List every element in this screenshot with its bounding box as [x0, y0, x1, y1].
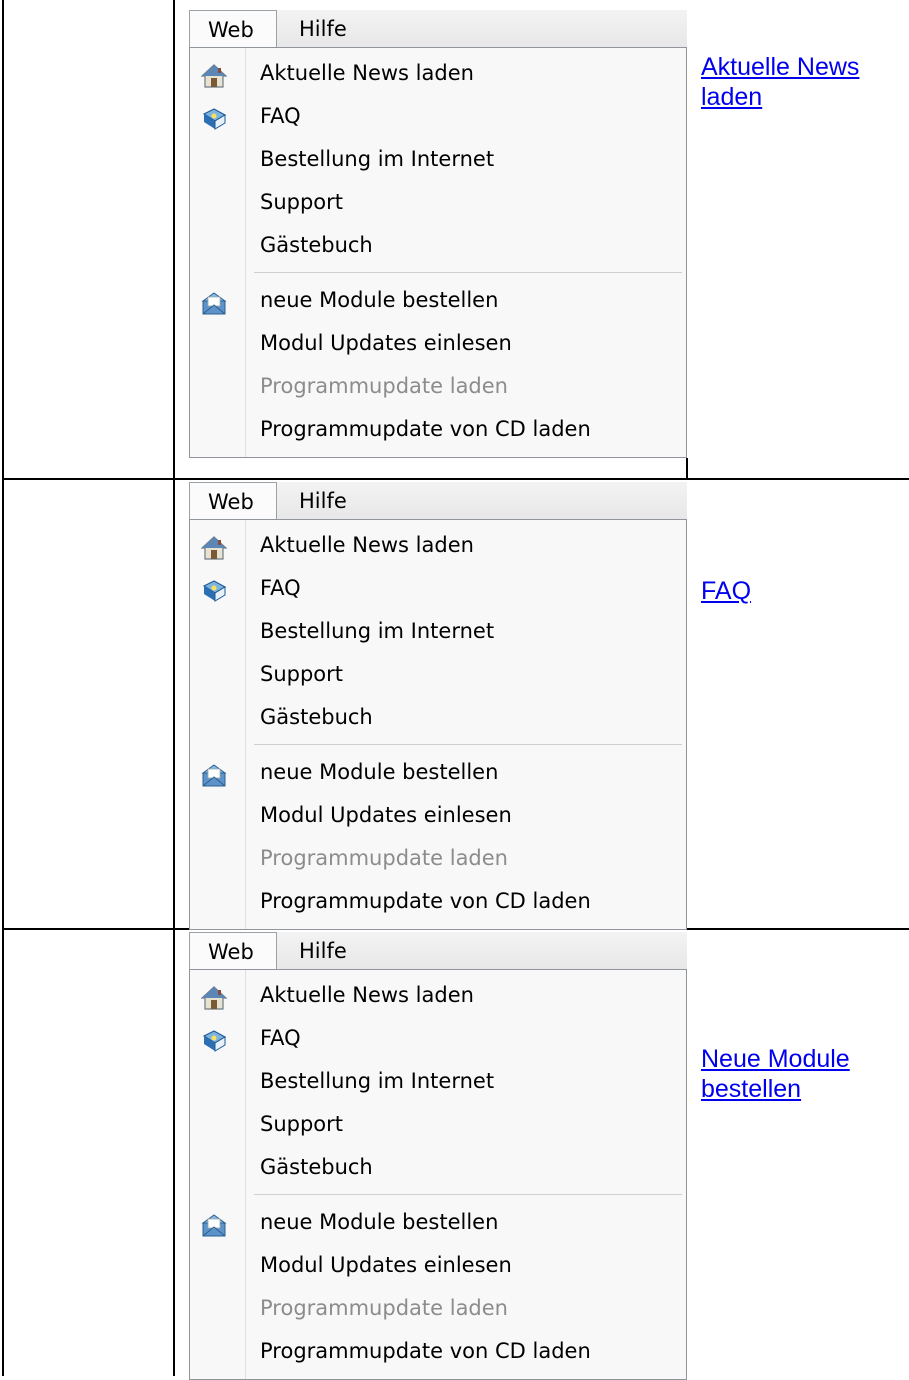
menu-item-label: Modul Updates einlesen: [260, 331, 512, 355]
menu-item-label: FAQ: [260, 576, 301, 600]
menu-screenshot-3: Web Hilfe Aktuelle News laden FAQ Bestellu…: [189, 932, 687, 1380]
menu-item-label: Programmupdate laden: [260, 846, 508, 870]
menu-item-support[interactable]: Support: [190, 1103, 686, 1146]
link-line-1: Aktuelle News: [701, 53, 860, 81]
menu-item-aktuelle-news-laden[interactable]: Aktuelle News laden: [190, 974, 686, 1017]
menu-item-label: neue Module bestellen: [260, 1210, 499, 1234]
menu-item-programmupdate-von-cd-laden[interactable]: Programmupdate von CD laden: [190, 1330, 686, 1373]
menu-item-bestellung-im-internet[interactable]: Bestellung im Internet: [190, 1060, 686, 1103]
menu-item-label: Bestellung im Internet: [260, 147, 495, 171]
menu-item-support[interactable]: Support: [190, 181, 686, 224]
menu-item-bestellung-im-internet[interactable]: Bestellung im Internet: [190, 138, 686, 181]
house-icon: [200, 533, 228, 560]
menu-bar: Web Hilfe: [189, 482, 687, 520]
link-line-2: bestellen: [701, 1075, 802, 1103]
menu-item-label: Support: [260, 1112, 344, 1136]
table-row-2: Web Hilfe Aktuelle News laden FAQ Bestellu…: [0, 472, 909, 930]
web-dropdown-menu: Aktuelle News laden FAQ Bestellung im Inte…: [189, 47, 687, 458]
link-aktuelle-news-laden[interactable]: Aktuelle News laden: [701, 52, 901, 112]
menu-item-gaestebuch[interactable]: Gästebuch: [190, 696, 686, 739]
house-icon: [200, 61, 228, 88]
table-row-3: Web Hilfe Aktuelle News laden FAQ Bestellu…: [0, 922, 909, 1380]
menu-separator: [190, 739, 686, 751]
menu-item-faq[interactable]: FAQ: [190, 1017, 686, 1060]
menu-item-programmupdate-laden: Programmupdate laden: [190, 837, 686, 880]
menu-item-label: Bestellung im Internet: [260, 1069, 495, 1093]
menu-item-label: Gästebuch: [260, 233, 373, 257]
menu-item-programmupdate-laden: Programmupdate laden: [190, 1287, 686, 1330]
menu-item-label: Programmupdate laden: [260, 1296, 508, 1320]
menu-item-modul-updates-einlesen[interactable]: Modul Updates einlesen: [190, 322, 686, 365]
house-icon: [200, 983, 228, 1010]
menu-tab-web[interactable]: Web: [189, 932, 277, 970]
menu-item-gaestebuch[interactable]: Gästebuch: [190, 224, 686, 267]
menu-screenshot-2: Web Hilfe Aktuelle News laden FAQ Bestellu…: [189, 482, 687, 930]
menu-item-label: Aktuelle News laden: [260, 983, 474, 1007]
menu-item-label: Modul Updates einlesen: [260, 1253, 512, 1277]
book-icon: [201, 104, 227, 130]
mail-icon: [201, 288, 227, 315]
menu-item-label: Programmupdate von CD laden: [260, 1339, 591, 1363]
menu-item-modul-updates-einlesen[interactable]: Modul Updates einlesen: [190, 794, 686, 837]
menu-item-faq[interactable]: FAQ: [190, 95, 686, 138]
menu-tab-web[interactable]: Web: [189, 10, 277, 48]
menu-item-label: Aktuelle News laden: [260, 61, 474, 85]
menu-separator: [190, 1189, 686, 1201]
menu-item-label: Bestellung im Internet: [260, 619, 495, 643]
menu-item-label: Programmupdate von CD laden: [260, 417, 591, 441]
menu-item-modul-updates-einlesen[interactable]: Modul Updates einlesen: [190, 1244, 686, 1287]
menu-item-label: FAQ: [260, 1026, 301, 1050]
link-line-2: laden: [701, 83, 763, 111]
book-icon: [201, 1026, 227, 1052]
link-faq[interactable]: FAQ: [701, 576, 901, 606]
menu-bar: Web Hilfe: [189, 10, 687, 48]
menu-tab-hilfe[interactable]: Hilfe: [285, 932, 347, 970]
menu-item-faq[interactable]: FAQ: [190, 567, 686, 610]
web-dropdown-menu: Aktuelle News laden FAQ Bestellung im Inte…: [189, 969, 687, 1380]
table-row-1: Web Hilfe Aktuelle News laden FAQ Bestellu…: [0, 0, 909, 478]
menu-item-programmupdate-von-cd-laden[interactable]: Programmupdate von CD laden: [190, 408, 686, 451]
menu-item-aktuelle-news-laden[interactable]: Aktuelle News laden: [190, 52, 686, 95]
menu-screenshot-1: Web Hilfe Aktuelle News laden FAQ Bestellu…: [189, 10, 687, 458]
link-line-1: FAQ: [701, 577, 752, 605]
menu-item-label: Support: [260, 190, 344, 214]
mail-icon: [201, 1210, 227, 1237]
menu-item-neue-module-bestellen[interactable]: neue Module bestellen: [190, 279, 686, 322]
menu-tab-web[interactable]: Web: [189, 482, 277, 520]
menu-item-label: neue Module bestellen: [260, 760, 499, 784]
menu-bar: Web Hilfe: [189, 932, 687, 970]
web-dropdown-menu: Aktuelle News laden FAQ Bestellung im Inte…: [189, 519, 687, 930]
menu-tab-hilfe[interactable]: Hilfe: [285, 10, 347, 48]
menu-item-programmupdate-laden: Programmupdate laden: [190, 365, 686, 408]
link-line-1: Neue Module: [701, 1045, 850, 1073]
link-neue-module-bestellen[interactable]: Neue Module bestellen: [701, 1044, 901, 1104]
menu-item-label: Aktuelle News laden: [260, 533, 474, 557]
menu-separator: [190, 267, 686, 279]
menu-item-label: Gästebuch: [260, 1155, 373, 1179]
menu-item-label: Programmupdate laden: [260, 374, 508, 398]
book-icon: [201, 576, 227, 602]
menu-item-support[interactable]: Support: [190, 653, 686, 696]
menu-tab-hilfe[interactable]: Hilfe: [285, 482, 347, 520]
menu-item-gaestebuch[interactable]: Gästebuch: [190, 1146, 686, 1189]
menu-item-label: Gästebuch: [260, 705, 373, 729]
mail-icon: [201, 760, 227, 787]
menu-item-neue-module-bestellen[interactable]: neue Module bestellen: [190, 1201, 686, 1244]
menu-item-label: FAQ: [260, 104, 301, 128]
menu-item-bestellung-im-internet[interactable]: Bestellung im Internet: [190, 610, 686, 653]
menu-item-neue-module-bestellen[interactable]: neue Module bestellen: [190, 751, 686, 794]
menu-item-label: Programmupdate von CD laden: [260, 889, 591, 913]
menu-item-programmupdate-von-cd-laden[interactable]: Programmupdate von CD laden: [190, 880, 686, 923]
menu-item-label: Modul Updates einlesen: [260, 803, 512, 827]
menu-item-label: Support: [260, 662, 344, 686]
menu-item-aktuelle-news-laden[interactable]: Aktuelle News laden: [190, 524, 686, 567]
menu-item-label: neue Module bestellen: [260, 288, 499, 312]
